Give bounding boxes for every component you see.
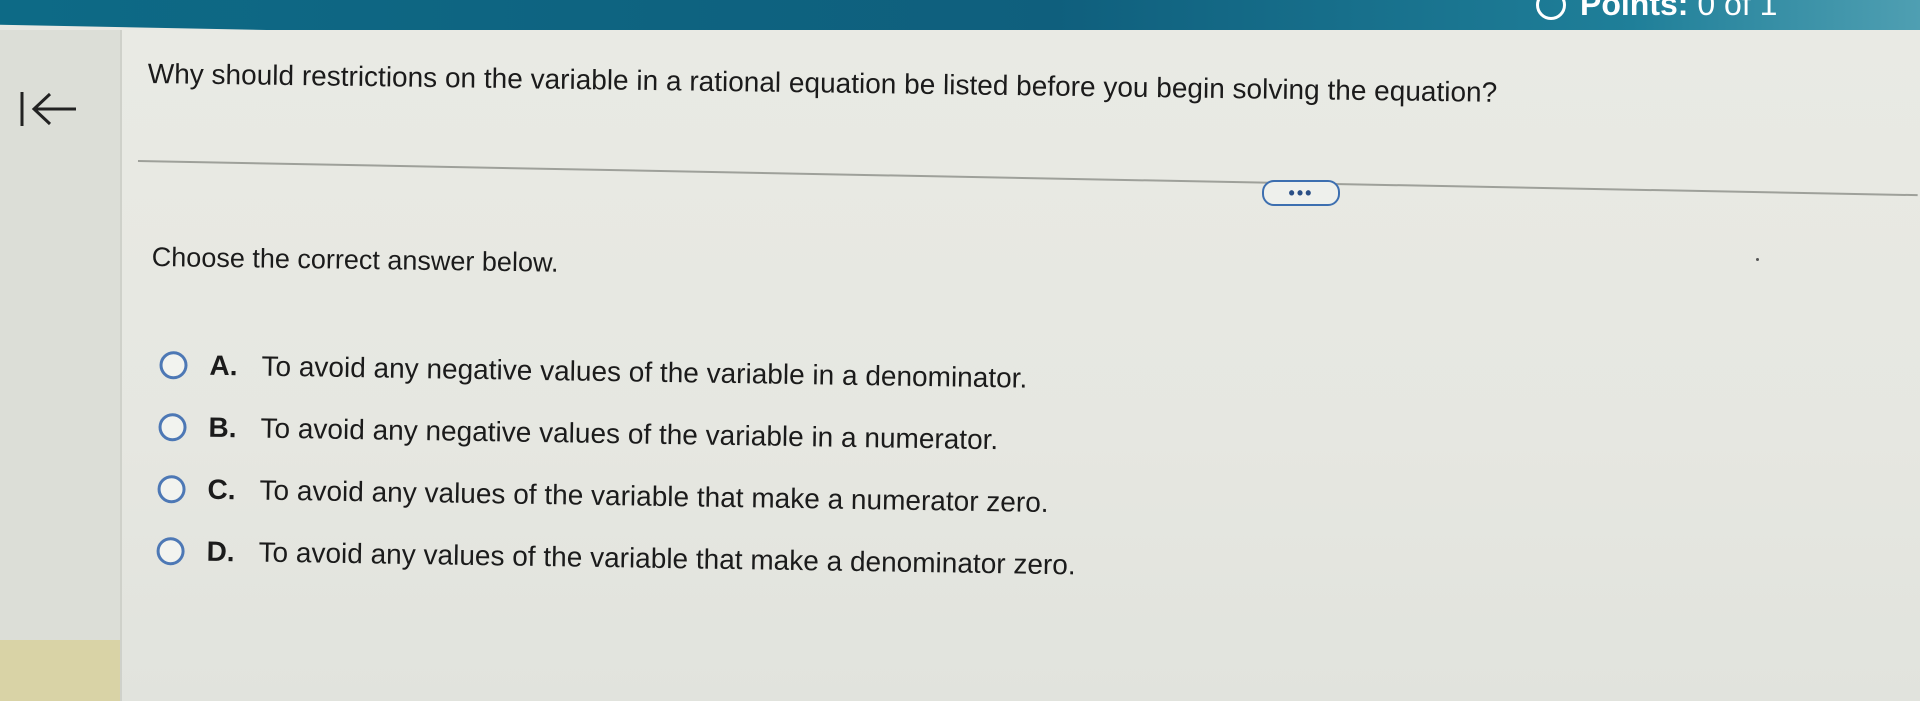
back-to-start-icon (20, 92, 76, 126)
more-options-button[interactable]: ••• (1262, 180, 1340, 206)
points-indicator: Points: 0 of 1 (1536, 0, 1777, 23)
points-status-icon (1536, 0, 1566, 20)
option-letter: C. (207, 473, 236, 506)
points-value: 0 of 1 (1697, 0, 1778, 22)
option-text: To avoid any values of the variable that… (259, 474, 1049, 518)
screen-speck (1756, 258, 1759, 261)
radio-button-c[interactable] (157, 474, 186, 504)
radio-button-a[interactable] (159, 350, 188, 380)
option-letter: A. (209, 349, 238, 382)
points-text: Points: 0 of 1 (1580, 0, 1777, 23)
option-letter: B. (208, 411, 237, 444)
radio-button-d[interactable] (156, 536, 185, 566)
option-letter: D. (206, 535, 235, 568)
answer-prompt: Choose the correct answer below. (151, 242, 559, 278)
answer-options: A. To avoid any negative values of the v… (156, 334, 1079, 596)
points-label: Points: (1580, 0, 1689, 22)
option-text: To avoid any values of the variable that… (258, 536, 1076, 581)
option-text: To avoid any negative values of the vari… (261, 350, 1028, 394)
option-text: To avoid any negative values of the vari… (260, 412, 999, 456)
back-button[interactable] (14, 86, 84, 132)
left-panel-footer (0, 640, 120, 701)
radio-button-b[interactable] (158, 412, 187, 442)
